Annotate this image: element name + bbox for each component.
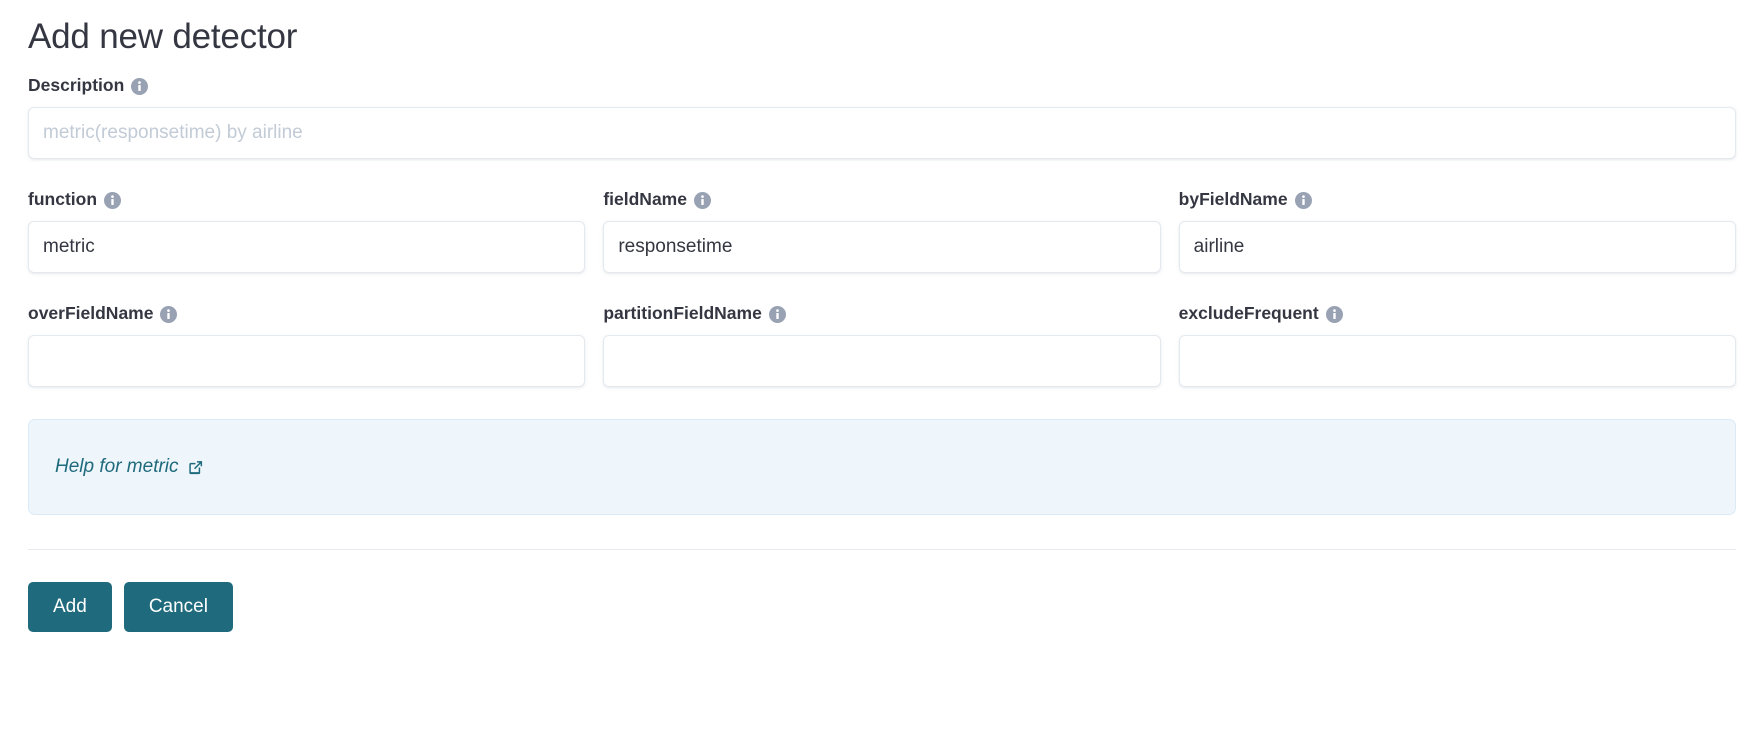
external-link-icon [187, 459, 204, 476]
detector-fields-row-1: function metric fieldName responsetime b… [28, 189, 1736, 273]
help-for-metric-link[interactable]: Help for metric [55, 456, 204, 478]
excludefrequent-label: excludeFrequent [1179, 303, 1736, 324]
help-link-text: Help for metric [55, 455, 179, 477]
footer-divider [28, 548, 1736, 550]
description-field-group: Description metric(responsetime) by airl… [28, 75, 1736, 159]
overfieldname-label-text: overFieldName [28, 302, 154, 323]
field-group-fieldname: fieldName responsetime [603, 189, 1161, 273]
info-icon[interactable] [693, 191, 711, 209]
description-placeholder: metric(responsetime) by airline [43, 122, 303, 143]
field-group-partitionfieldname: partitionFieldName [603, 303, 1161, 387]
fieldname-label-text: fieldName [603, 188, 687, 209]
partitionfieldname-label-text: partitionFieldName [603, 302, 762, 323]
partitionfieldname-input[interactable] [603, 334, 1161, 387]
cancel-button[interactable]: Cancel [123, 581, 233, 632]
function-label-text: function [28, 188, 98, 209]
fieldname-label: fieldName [603, 189, 1160, 210]
info-icon[interactable] [104, 191, 122, 209]
byfieldname-label-text: byFieldName [1178, 188, 1288, 209]
info-icon[interactable] [131, 77, 149, 95]
page-title: Add new detector [28, 17, 298, 56]
excludefrequent-label-text: excludeFrequent [1178, 302, 1319, 323]
add-detector-form: Add new detector Description metric(resp… [0, 0, 1764, 741]
footer-actions: Add Cancel [28, 581, 1736, 632]
function-label: function [28, 189, 585, 210]
detector-fields-row-2: overFieldName partitionFieldName exclude… [28, 303, 1736, 387]
excludefrequent-input[interactable] [1178, 334, 1736, 387]
byfieldname-input[interactable]: airline [1178, 220, 1736, 273]
overfieldname-label: overFieldName [28, 303, 585, 324]
field-group-function: function metric [28, 189, 586, 273]
add-button[interactable]: Add [28, 581, 112, 632]
partitionfieldname-label: partitionFieldName [603, 303, 1160, 324]
overfieldname-input[interactable] [28, 334, 586, 387]
field-group-overfieldname: overFieldName [28, 303, 586, 387]
byfieldname-label: byFieldName [1179, 189, 1736, 210]
function-input[interactable]: metric [28, 220, 586, 273]
info-icon[interactable] [768, 305, 786, 323]
description-input[interactable]: metric(responsetime) by airline [28, 106, 1736, 159]
function-input-value: metric [43, 236, 95, 257]
info-icon[interactable] [1325, 305, 1343, 323]
help-callout: Help for metric [28, 418, 1736, 515]
fieldname-input[interactable]: responsetime [603, 220, 1161, 273]
fieldname-input-value: responsetime [618, 236, 733, 257]
info-icon[interactable] [160, 305, 178, 323]
field-group-excludefrequent: excludeFrequent [1178, 303, 1736, 387]
description-label-text: Description [28, 74, 125, 95]
info-icon[interactable] [1294, 191, 1312, 209]
description-label: Description [28, 75, 1736, 96]
byfieldname-input-value: airline [1193, 236, 1245, 257]
field-group-byfieldname: byFieldName airline [1178, 189, 1736, 273]
